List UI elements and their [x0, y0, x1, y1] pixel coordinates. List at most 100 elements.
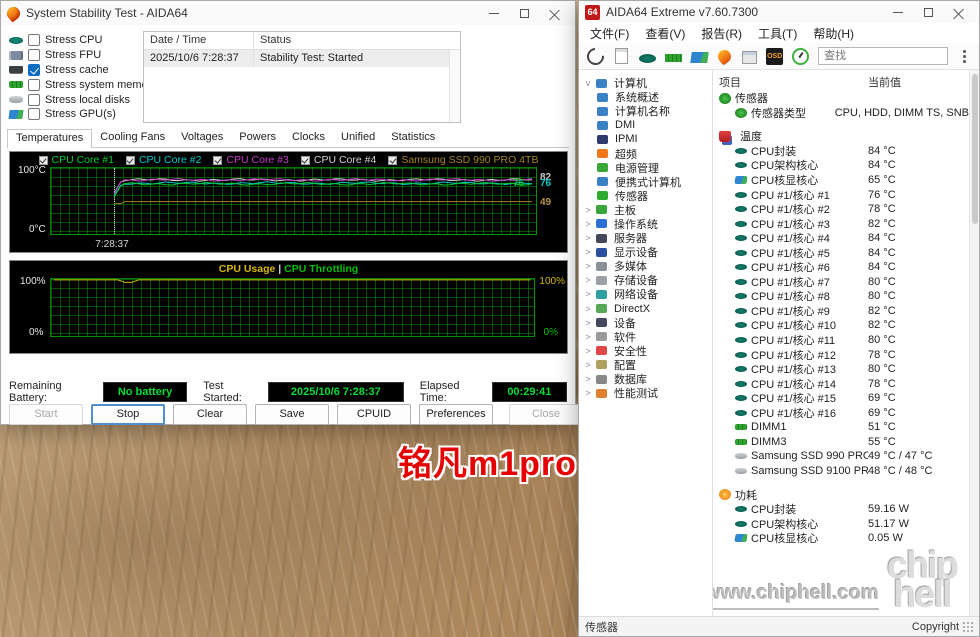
memory-icon[interactable]: [665, 54, 682, 62]
stress-option-row[interactable]: Stress local disks: [9, 92, 157, 107]
stress-checkbox[interactable]: [28, 34, 40, 46]
stress-checkbox[interactable]: [28, 94, 40, 106]
legend-checkbox[interactable]: [213, 156, 222, 165]
tree-item[interactable]: > 安全性: [579, 344, 712, 358]
sensor-row[interactable]: CPU #1/核心 #13 80 °C: [719, 362, 969, 377]
scrollbar-thumb[interactable]: [972, 74, 978, 224]
sensor-row[interactable]: CPU #1/核心 #14 78 °C: [719, 376, 969, 391]
sensor-row[interactable]: CPU #1/核心 #1 76 °C: [719, 187, 969, 202]
log-col-datetime[interactable]: Date / Time: [144, 32, 254, 49]
tree-item[interactable]: > 性能测试: [579, 386, 712, 400]
values-scrollbar[interactable]: [969, 70, 979, 616]
sensor-row[interactable]: Samsung SSD 9100 PRO 8TB 48 °C / 48 °C: [719, 464, 969, 479]
log-scrollbar[interactable]: [449, 50, 460, 122]
col-item[interactable]: 项目: [719, 74, 868, 91]
aida-close-button[interactable]: [943, 1, 973, 23]
log-row[interactable]: 2025/10/6 7:28:37 Stability Test: Starte…: [144, 50, 460, 67]
gpu-icon[interactable]: [690, 52, 708, 63]
report-wizard-icon[interactable]: [742, 51, 757, 64]
sensor-row[interactable]: 传感器: [719, 91, 969, 106]
sensor-row[interactable]: CPU #1/核心 #15 69 °C: [719, 391, 969, 406]
tree-expand-arrow[interactable]: >: [583, 289, 593, 299]
stability-flame-icon[interactable]: [716, 47, 734, 65]
menu-item[interactable]: 帮助(H): [806, 24, 861, 43]
tree-expand-arrow[interactable]: >: [583, 261, 593, 271]
legend-checkbox[interactable]: [39, 156, 48, 165]
legend-checkbox[interactable]: [388, 156, 397, 165]
graph-tab[interactable]: Voltages: [173, 129, 231, 147]
aida-maximize-button[interactable]: [913, 1, 943, 23]
sensor-row[interactable]: CPU #1/核心 #6 84 °C: [719, 260, 969, 275]
stress-option-row[interactable]: Stress CPU: [9, 33, 157, 48]
sensor-row[interactable]: CPU #1/核心 #8 80 °C: [719, 289, 969, 304]
minimize-button[interactable]: [479, 2, 509, 24]
stress-option-row[interactable]: Stress GPU(s): [9, 107, 157, 122]
menu-item[interactable]: 工具(T): [751, 24, 804, 43]
graph-tab[interactable]: Powers: [231, 129, 284, 147]
report-page-icon[interactable]: [615, 48, 628, 64]
sensor-row[interactable]: CPU核显核心 65 °C: [719, 173, 969, 188]
action-button[interactable]: Stop: [91, 404, 165, 425]
sensor-row[interactable]: CPU #1/核心 #4 84 °C: [719, 231, 969, 246]
tree-expand-arrow[interactable]: >: [583, 374, 593, 384]
tree-item[interactable]: 计算机名称: [579, 104, 712, 118]
sensor-row[interactable]: CPU #1/核心 #12 78 °C: [719, 347, 969, 362]
maximize-button[interactable]: [509, 2, 539, 24]
tree-item[interactable]: IPMI: [579, 132, 712, 146]
tree-expand-arrow[interactable]: >: [583, 205, 593, 215]
tree-expand-arrow[interactable]: v: [583, 78, 593, 88]
sensor-gauge-icon[interactable]: [792, 48, 809, 65]
tree-expand-arrow[interactable]: >: [583, 219, 593, 229]
stress-checkbox[interactable]: [28, 64, 40, 76]
close-button[interactable]: Close: [509, 404, 583, 425]
stress-checkbox[interactable]: [28, 79, 40, 91]
stress-option-row[interactable]: Stress FPU: [9, 48, 157, 63]
action-button[interactable]: CPUID: [337, 404, 411, 425]
resize-grip[interactable]: [963, 622, 973, 632]
close-button-caption[interactable]: [539, 2, 569, 24]
sensor-row[interactable]: 传感器类型 CPU, HDD, DIMM TS, SNB: [719, 106, 969, 121]
graph-tab[interactable]: Unified: [333, 129, 383, 147]
sensor-row[interactable]: 温度: [719, 129, 969, 144]
tree-expand-arrow[interactable]: >: [583, 275, 593, 285]
sensor-row[interactable]: 功耗: [719, 487, 969, 502]
sensor-row[interactable]: CPU #1/核心 #7 80 °C: [719, 275, 969, 290]
sensor-row[interactable]: CPU封装 84 °C: [719, 144, 969, 159]
aida-minimize-button[interactable]: [883, 1, 913, 23]
refresh-icon[interactable]: [584, 44, 608, 68]
action-button[interactable]: Clear: [173, 404, 247, 425]
search-input[interactable]: [818, 47, 948, 65]
sensor-row[interactable]: CPU #1/核心 #16 69 °C: [719, 405, 969, 420]
tree-expand-arrow[interactable]: >: [583, 247, 593, 257]
graph-tab[interactable]: Temperatures: [7, 129, 92, 148]
tree-item[interactable]: > 设备: [579, 316, 712, 330]
stress-checkbox[interactable]: [28, 108, 40, 120]
sensor-row[interactable]: CPU #1/核心 #9 82 °C: [719, 304, 969, 319]
sensor-row[interactable]: CPU封装 59.16 W: [719, 502, 969, 517]
stress-option-row[interactable]: Stress system memory: [9, 77, 157, 92]
legend-checkbox[interactable]: [126, 156, 135, 165]
sensor-row[interactable]: CPU架构核心 51.17 W: [719, 516, 969, 531]
legend-checkbox[interactable]: [301, 156, 310, 165]
sensor-row[interactable]: CPU #1/核心 #5 84 °C: [719, 245, 969, 260]
log-col-status[interactable]: Status: [254, 32, 460, 49]
more-menu-icon[interactable]: [957, 50, 971, 63]
menu-item[interactable]: 查看(V): [638, 24, 692, 43]
tree-expand-arrow[interactable]: >: [583, 318, 593, 328]
tree-expand-arrow[interactable]: >: [583, 332, 593, 342]
action-button[interactable]: Start: [9, 404, 83, 425]
action-button[interactable]: Save: [255, 404, 329, 425]
tree-item[interactable]: 传感器: [579, 189, 712, 203]
sensor-row[interactable]: CPU #1/核心 #10 82 °C: [719, 318, 969, 333]
sensor-row[interactable]: CPU架构核心 84 °C: [719, 158, 969, 173]
sensor-row[interactable]: CPU #1/核心 #11 80 °C: [719, 333, 969, 348]
tree-item[interactable]: > 网络设备: [579, 287, 712, 301]
sensor-row[interactable]: DIMM3 55 °C: [719, 435, 969, 450]
sensor-row[interactable]: Samsung SSD 990 PRO 4TB 49 °C / 47 °C: [719, 449, 969, 464]
osd-icon[interactable]: OSD: [766, 48, 783, 65]
sensor-row[interactable]: CPU #1/核心 #3 82 °C: [719, 216, 969, 231]
graph-tab[interactable]: Cooling Fans: [92, 129, 173, 147]
stress-checkbox[interactable]: [28, 49, 40, 61]
sensor-row[interactable]: CPU核显核心 0.05 W: [719, 531, 969, 546]
graph-tab[interactable]: Clocks: [284, 129, 333, 147]
